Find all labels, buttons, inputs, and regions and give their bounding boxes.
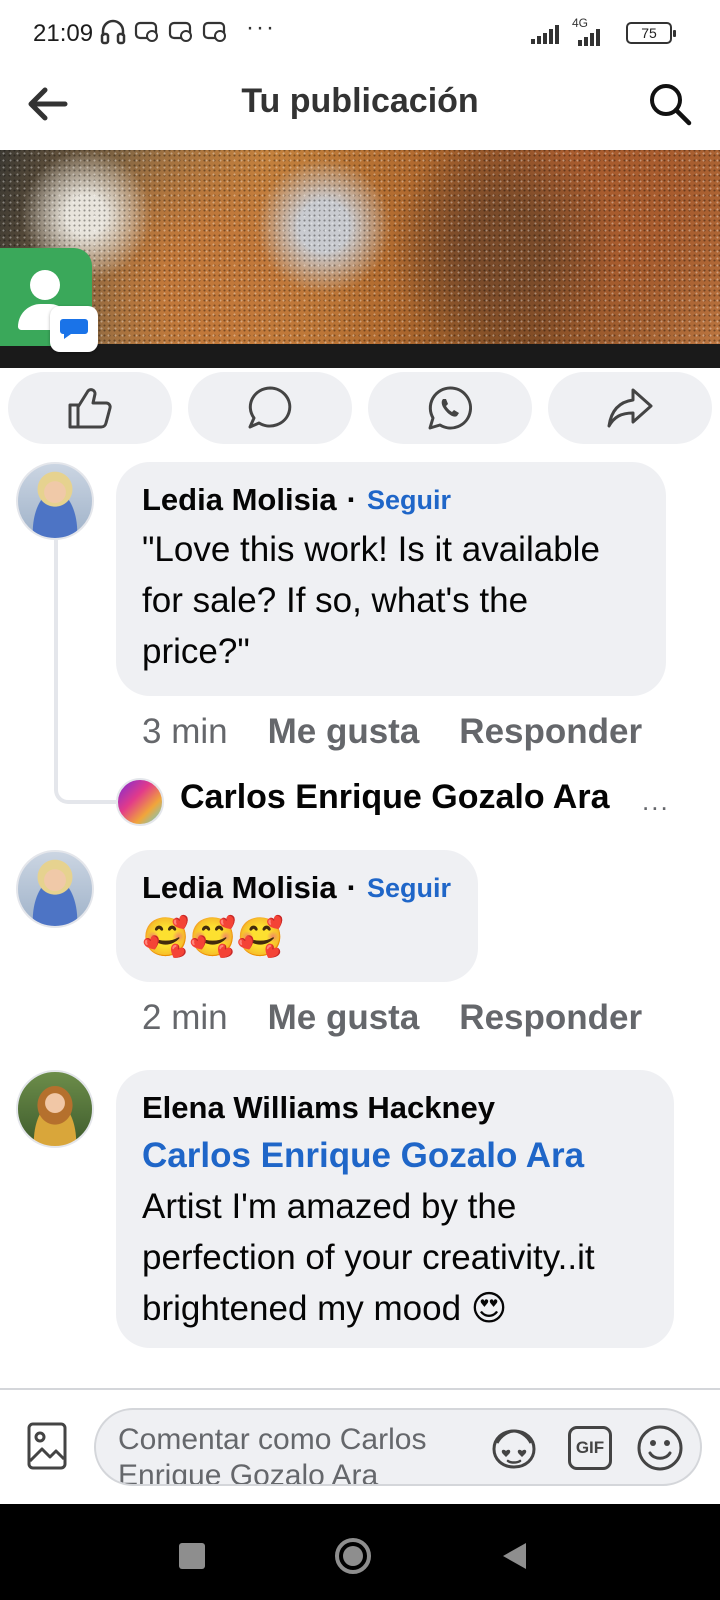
- person-head-icon: [30, 270, 60, 300]
- comment-meta: 2 min Me gusta Responder: [142, 998, 642, 1038]
- battery-icon: 75: [626, 22, 676, 44]
- post-action-bar: [8, 372, 712, 446]
- signal-icons: 4G: [530, 16, 610, 48]
- comment-text: Artist I'm amazed by the perfection of y…: [142, 1187, 595, 1328]
- comment-meta: 3 min Me gusta Responder: [142, 712, 642, 752]
- reply-preview-author[interactable]: Carlos Enrique Gozalo Ara: [180, 778, 610, 817]
- comment-reply-button[interactable]: Responder: [459, 712, 642, 752]
- gif-button[interactable]: GIF: [564, 1422, 616, 1474]
- home-circle-icon: [335, 1538, 371, 1574]
- separator-dot: ·: [346, 870, 357, 905]
- more-notifications-icon: ···: [246, 14, 276, 41]
- mention-link[interactable]: Carlos Enrique Gozalo Ara: [142, 1130, 648, 1181]
- photo-icon: [27, 1422, 67, 1470]
- comment-author-line: Elena Williams Hackney: [142, 1090, 648, 1126]
- comment-bubble[interactable]: Elena Williams Hackney Carlos Enrique Go…: [116, 1070, 674, 1348]
- post-image[interactable]: [0, 150, 720, 368]
- comment-composer: Comentar como Carlos Enrique Gozalo Ara …: [0, 1390, 720, 1504]
- avatar[interactable]: [16, 1070, 94, 1148]
- messenger-notif-icon: [202, 21, 226, 42]
- comment-author-line: Ledia Molisia · Seguir: [142, 870, 452, 906]
- app-header: Tu publicación: [0, 68, 720, 150]
- square-icon: [179, 1543, 205, 1569]
- comment-input[interactable]: Comentar como Carlos Enrique Gozalo Ara …: [94, 1408, 702, 1486]
- comment-button[interactable]: [188, 372, 352, 444]
- add-photo-button[interactable]: [22, 1418, 72, 1474]
- share-icon: [607, 388, 653, 428]
- comment-author[interactable]: Ledia Molisia: [142, 482, 337, 518]
- avatar[interactable]: [16, 850, 94, 928]
- whatsapp-icon: [428, 386, 472, 430]
- whatsapp-share-button[interactable]: [368, 372, 532, 444]
- comment-author[interactable]: Ledia Molisia: [142, 870, 337, 906]
- page-title: Tu publicación: [241, 82, 479, 120]
- contacts-app-icon[interactable]: [0, 248, 98, 352]
- signal-4g-icon: 4G: [568, 16, 610, 48]
- comment-reply-button[interactable]: Responder: [459, 998, 642, 1038]
- messenger-notif-icon: [168, 21, 192, 42]
- comment-bubble[interactable]: Ledia Molisia · Seguir "Love this work! …: [116, 462, 666, 696]
- comment-bubble[interactable]: Ledia Molisia · Seguir 🥰🥰🥰: [116, 850, 478, 982]
- thumbs-up-icon: [68, 388, 112, 429]
- avatar[interactable]: [16, 462, 94, 540]
- triangle-back-icon: [503, 1543, 526, 1569]
- status-notification-icons: [100, 18, 228, 46]
- status-bar: 21:09 ··· 4G 75: [0, 0, 720, 68]
- image-bottom-strip: [0, 344, 720, 368]
- status-time: 21:09: [33, 20, 94, 47]
- comment-author[interactable]: Elena Williams Hackney: [142, 1090, 495, 1126]
- reply-avatar[interactable]: [116, 778, 164, 826]
- system-nav-bar: [0, 1504, 720, 1600]
- comment-input-placeholder: Comentar como Carlos Enrique Gozalo Ara: [118, 1423, 427, 1486]
- comment-time: 3 min: [142, 712, 228, 751]
- chat-bubble-icon: [50, 306, 98, 352]
- share-button[interactable]: [548, 372, 712, 444]
- signal-icon: [531, 25, 559, 44]
- avatar-sticker-icon: [492, 1429, 536, 1469]
- avatar-sticker-button[interactable]: [488, 1422, 540, 1474]
- comment-time: 2 min: [142, 998, 228, 1037]
- image-texture: [0, 150, 720, 368]
- messenger-notif-icon: [134, 21, 158, 42]
- search-button[interactable]: [642, 76, 698, 132]
- follow-link[interactable]: Seguir: [367, 485, 451, 516]
- reply-thread-line: [54, 540, 116, 804]
- comment-author-line: Ledia Molisia · Seguir: [142, 482, 640, 518]
- comment-text: "Love this work! Is it available for sal…: [142, 530, 600, 671]
- search-icon: [650, 84, 692, 126]
- like-button[interactable]: [8, 372, 172, 444]
- gif-icon: GIF: [568, 1426, 612, 1470]
- comment-like-button[interactable]: Me gusta: [268, 712, 420, 752]
- reply-preview-more[interactable]: ...: [642, 786, 670, 817]
- back-nav-button[interactable]: [492, 1534, 536, 1578]
- recents-button[interactable]: [170, 1534, 214, 1578]
- comment-like-button[interactable]: Me gusta: [268, 998, 420, 1038]
- separator-dot: ·: [346, 482, 357, 517]
- comment-text: 🥰🥰🥰: [142, 915, 284, 959]
- smiley-icon: [637, 1425, 683, 1471]
- follow-link[interactable]: Seguir: [367, 873, 451, 904]
- headphones-icon: [100, 19, 126, 45]
- comment-icon: [248, 386, 292, 429]
- home-button[interactable]: [331, 1534, 375, 1578]
- emoji-button[interactable]: [634, 1422, 686, 1474]
